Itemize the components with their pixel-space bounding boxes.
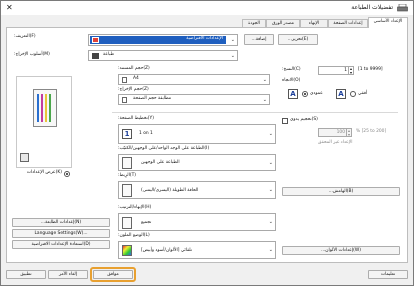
- duplex-value: الطباعة على الوجهين: [141, 160, 180, 165]
- original-size-select[interactable]: A4 ⌄: [118, 74, 270, 85]
- page-layout-select[interactable]: 1 1 on 1 ⌄: [118, 124, 276, 144]
- chevron-down-icon: ⌄: [262, 96, 267, 103]
- profile-edit-button[interactable]: (E)تحرير...: [278, 34, 318, 45]
- print-icon: [92, 53, 99, 59]
- tab-basic-settings[interactable]: الإعداد الأساسي: [368, 17, 408, 28]
- profile-add-button[interactable]: إضافة...: [244, 34, 274, 45]
- chevron-down-icon: ⌄: [268, 131, 273, 137]
- output-method-select[interactable]: طباعة ⌄: [88, 50, 238, 61]
- duplex-select[interactable]: الطباعة على الوجهين ⌄: [118, 154, 276, 171]
- orientation-label: (O)الاتجاه: [282, 78, 301, 83]
- page-layout-label: (Y)تخطيط الصفحة:: [118, 116, 154, 121]
- chevron-down-icon: ⌄: [262, 76, 267, 83]
- manual-scaling-label: (S)تحجيم يدوي: [290, 117, 318, 122]
- output-method-value: طباعة: [103, 52, 115, 57]
- document-icon: [122, 77, 127, 83]
- profile-value: الإعدادات الافتراضية: [186, 36, 223, 41]
- finishing-select[interactable]: تجميع ⌄: [118, 213, 276, 231]
- finishing-icon: [122, 217, 132, 229]
- manual-scaling-input[interactable]: 100 ▴ ▾: [318, 128, 352, 137]
- copies-range: [1 to 9999]: [358, 67, 383, 72]
- binding-label: (T)الرِبط:: [118, 173, 136, 178]
- finishing-label: (H)الإنهاء/الترتيب:: [118, 205, 152, 210]
- manual-scaling-value: 100: [336, 130, 345, 135]
- copies-stepper[interactable]: ▴ ▾: [348, 67, 353, 74]
- landscape-label: أفقي: [358, 91, 368, 96]
- color-mode-icon: [122, 245, 132, 256]
- ok-button[interactable]: موافق: [93, 270, 133, 279]
- page-layout-value: 1 on 1: [139, 131, 153, 136]
- apply-button[interactable]: تطبيق: [6, 270, 46, 279]
- chevron-down-icon: ⌄: [230, 37, 235, 43]
- binding-select[interactable]: الحافة الطويلة (اليسرى/اليمنى) ⌄: [118, 181, 276, 199]
- chevron-down-icon: ⌄: [268, 159, 273, 166]
- profile-select[interactable]: الإعدادات الافتراضية ⌄: [88, 34, 238, 46]
- orientation-group: A عمودي A أفقي: [282, 86, 382, 102]
- portrait-label: عمودي: [310, 91, 323, 96]
- output-method-label: (M)أسلوب الإخراج:: [14, 52, 50, 57]
- finishing-value: تجميع: [141, 220, 152, 225]
- duplex-label: (I)الطباعة على الوجه الواحد/على الوجهين/…: [118, 146, 210, 151]
- original-size-value: A4: [133, 76, 139, 81]
- manual-scaling-stepper[interactable]: ▴ ▾: [346, 129, 351, 136]
- settings-toggle-checkbox[interactable]: [64, 171, 70, 177]
- output-size-label: (Z)حجم الإخراج:: [118, 87, 149, 92]
- manual-scaling-note: الإعداد غير المحقق: [318, 140, 353, 145]
- settings-toggle-label: (K)عرض الإعدادات: [26, 170, 62, 175]
- binding-icon: [122, 184, 132, 197]
- manual-scaling-range: % [25 to 200]: [356, 129, 387, 134]
- page-preview: [16, 76, 72, 168]
- close-icon[interactable]: ✕: [6, 3, 13, 13]
- profile-icon: [92, 37, 99, 43]
- binding-location-button[interactable]: (B)الهامش...: [282, 187, 400, 196]
- copies-input[interactable]: 1 ▴ ▾: [318, 66, 354, 75]
- color-settings-button[interactable]: (W)إعدادات الألوان...: [282, 246, 400, 255]
- profile-label: (F)التعريف:: [14, 34, 36, 39]
- chevron-down-icon: ⌄: [230, 52, 235, 59]
- original-size-label: (Z)حجم المستند:: [118, 66, 150, 71]
- chevron-down-icon: ⌄: [268, 187, 273, 193]
- window-title: تفضيلات الطباعة: [351, 4, 393, 11]
- color-mode-label: (L)الوضع الملون:: [118, 233, 150, 238]
- portrait-radio[interactable]: [302, 91, 308, 97]
- title-bar: ✕ تفضيلات الطباعة: [1, 1, 413, 15]
- printer-icon: [397, 3, 408, 12]
- page-preview-icon: [33, 89, 57, 127]
- landscape-icon: A: [336, 89, 346, 99]
- chevron-down-icon: ⌄: [268, 219, 273, 225]
- restore-defaults-button[interactable]: (D)استعادة الإعدادات الافتراضية: [12, 240, 110, 249]
- portrait-icon: A: [288, 89, 298, 99]
- language-settings-button[interactable]: Language Settings(W)...: [12, 229, 110, 238]
- cancel-button[interactable]: إلغاء الأمر: [48, 270, 88, 279]
- manual-scaling-checkbox[interactable]: [282, 118, 288, 124]
- layout-icon: 1: [122, 129, 132, 139]
- duplex-icon: [122, 157, 132, 169]
- help-button[interactable]: تعليمات: [368, 270, 408, 279]
- color-mode-value: تلقائي [الألوان/أسود وأبيض]: [141, 248, 192, 253]
- output-size-select[interactable]: مطابقة حجم الصفحة ⌄: [118, 94, 270, 105]
- color-mode-select[interactable]: تلقائي [الألوان/أسود وأبيض] ⌄: [118, 241, 276, 259]
- section-divider: [112, 112, 398, 113]
- chevron-down-icon: ⌄: [268, 247, 273, 253]
- printer-settings-button[interactable]: (N)إعدادات الطابعة...: [12, 218, 110, 227]
- landscape-radio[interactable]: [350, 91, 356, 97]
- binding-value: الحافة الطويلة (اليسرى/اليمنى): [141, 188, 199, 193]
- copies-icon: [20, 153, 29, 162]
- settings-toggle-row: (K)عرض الإعدادات: [16, 170, 72, 178]
- document-icon: [122, 97, 127, 103]
- output-size-value: مطابقة حجم الصفحة: [133, 96, 172, 101]
- copies-label: (C)النسخ:: [282, 67, 301, 72]
- copies-value: 1: [344, 68, 347, 73]
